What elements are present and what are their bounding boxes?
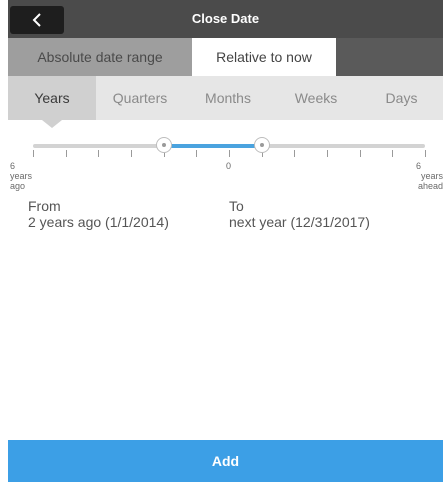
tab-relative-to-now[interactable]: Relative to now: [192, 38, 336, 76]
slider-tick: [131, 150, 132, 157]
slider-tick: [229, 150, 230, 157]
slider-max-number: 6: [416, 161, 422, 171]
slider-min-number: 6: [10, 161, 16, 171]
page-title: Close Date: [191, 11, 260, 26]
slider-from-handle[interactable]: [155, 137, 172, 153]
slider-max-direction: ahead: [417, 181, 443, 191]
slider-min-label: 6 years ago: [10, 161, 32, 191]
slider-selected-range: [163, 144, 262, 148]
tab-months[interactable]: Months: [184, 76, 272, 120]
slider-tick: [392, 150, 393, 157]
slider-min-unit: years: [10, 171, 33, 181]
slider-max-label: 6 years ahead: [403, 161, 443, 191]
mode-tabs: Absolute date range Relative to now: [8, 38, 443, 76]
date-filter-panel: Close Date Absolute date range Relative …: [8, 0, 443, 482]
from-title: From: [28, 198, 61, 214]
from-value: 2 years ago (1/1/2014): [28, 214, 169, 230]
slider-tick: [360, 150, 361, 157]
tab-weeks[interactable]: Weeks: [272, 76, 360, 120]
to-title: To: [229, 198, 244, 214]
tab-days[interactable]: Days: [360, 76, 443, 120]
chevron-left-icon: [32, 13, 41, 27]
slider-tick: [327, 150, 328, 157]
unit-tabs: Years Quarters Months Weeks Days: [8, 76, 443, 128]
tab-quarters[interactable]: Quarters: [96, 76, 184, 120]
slider-zero-label: 0: [226, 161, 232, 171]
range-slider[interactable]: 6 years ago 0 6 years ahead: [8, 120, 443, 200]
to-value: next year (12/31/2017): [229, 214, 370, 230]
slider-tick: [294, 150, 295, 157]
slider-to-handle[interactable]: [253, 137, 270, 153]
slider-tick: [425, 150, 426, 157]
header-bar: Close Date: [8, 0, 443, 38]
slider-tick: [98, 150, 99, 157]
slider-tick: [66, 150, 67, 157]
add-button[interactable]: Add: [8, 440, 443, 482]
slider-max-unit: years: [420, 171, 443, 181]
slider-min-direction: ago: [10, 181, 26, 191]
back-button[interactable]: [10, 6, 64, 34]
tab-absolute-date-range[interactable]: Absolute date range: [8, 38, 192, 76]
tab-years[interactable]: Years: [8, 76, 96, 128]
slider-tick: [33, 150, 34, 157]
slider-tick: [196, 150, 197, 157]
